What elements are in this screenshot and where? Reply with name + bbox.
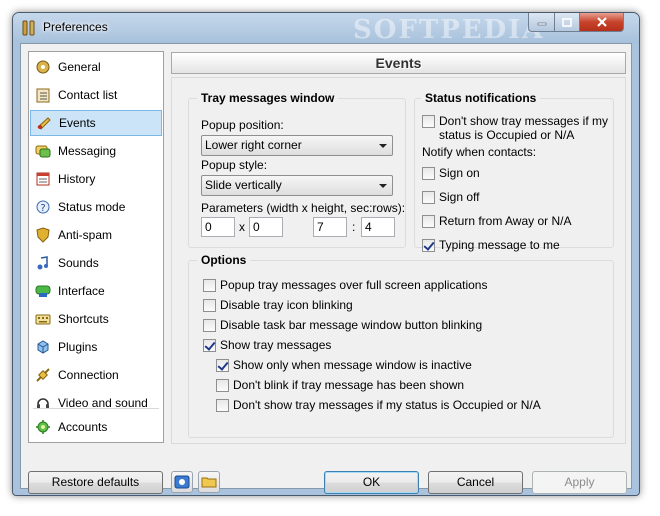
minimize-button[interactable] <box>528 13 555 32</box>
show-only-inactive-checkbox[interactable]: Show only when message window is inactiv… <box>216 358 472 372</box>
sign-off-checkbox[interactable]: Sign off <box>422 190 479 204</box>
window-title: Preferences <box>43 20 108 34</box>
checkbox-box-checked <box>216 358 229 372</box>
sidebar-item-status-mode[interactable]: ? Status mode <box>30 194 162 220</box>
sign-on-checkbox[interactable]: Sign on <box>422 166 480 180</box>
sidebar-item-plugins[interactable]: Plugins <box>30 334 162 360</box>
maximize-button[interactable] <box>554 13 580 32</box>
dialog-client: General Contact list Events Messaging Hi… <box>20 43 632 494</box>
close-button[interactable] <box>579 13 624 32</box>
messaging-icon <box>35 145 51 158</box>
popup-height-input[interactable]: 0 <box>249 217 283 237</box>
return-away-checkbox[interactable]: Return from Away or N/A <box>422 214 572 228</box>
checkbox-box <box>422 115 435 128</box>
status-mode-icon: ? <box>36 200 50 214</box>
x-separator: x <box>239 220 245 234</box>
checkbox-box <box>422 166 435 180</box>
close-icon <box>596 17 607 27</box>
folder-icon <box>201 477 217 488</box>
page-title: Events <box>171 52 626 74</box>
watermark: SOFTPEDIA <box>353 15 545 45</box>
apply-button[interactable]: Apply <box>532 471 627 494</box>
checkbox-box <box>422 190 435 204</box>
plugins-icon <box>37 340 49 354</box>
category-list: General Contact list Events Messaging Hi… <box>28 51 164 443</box>
svg-text:?: ? <box>40 203 45 214</box>
popup-rows-input[interactable]: 4 <box>361 217 395 237</box>
sidebar-item-connection[interactable]: Connection <box>30 362 162 388</box>
profile-icon <box>174 475 190 489</box>
dont-show-status-checkbox[interactable]: Don't show tray messages if my status is … <box>422 114 608 142</box>
disable-taskbar-blink-checkbox[interactable]: Disable task bar message window button b… <box>203 318 482 332</box>
popup-style-label: Popup style: <box>201 158 268 172</box>
popup-fullscreen-checkbox[interactable]: Popup tray messages over full screen app… <box>203 278 487 292</box>
sidebar-item-events[interactable]: Events <box>30 110 162 136</box>
dont-blink-shown-checkbox[interactable]: Don't blink if tray message has been sho… <box>216 378 464 392</box>
shortcuts-icon <box>35 314 51 325</box>
sidebar-item-messaging[interactable]: Messaging <box>30 138 162 164</box>
anti-spam-icon <box>36 227 50 243</box>
sounds-icon <box>37 256 48 270</box>
sidebar-item-shortcuts[interactable]: Shortcuts <box>30 306 162 332</box>
notify-when-label: Notify when contacts: <box>422 145 537 159</box>
events-pane: Tray messages window Popup position: Low… <box>171 77 626 444</box>
history-icon <box>36 172 50 186</box>
contact-list-icon <box>36 88 50 103</box>
parameters-label: Parameters (width x height, sec:rows): <box>201 201 406 215</box>
popup-position-label: Popup position: <box>201 118 284 132</box>
preferences-window: Preferences SOFTPEDIA General Contact li… <box>12 12 640 496</box>
sidebar-item-video-sound[interactable]: Video and sound <box>30 390 162 416</box>
sidebar-divider <box>33 408 159 409</box>
minimize-icon <box>537 22 546 26</box>
sidebar-item-accounts[interactable]: Accounts <box>30 414 162 440</box>
accounts-icon <box>36 420 50 434</box>
tray-messages-group: Tray messages window Popup position: Low… <box>188 91 406 248</box>
popup-seconds-input[interactable]: 7 <box>313 217 347 237</box>
checkbox-box-checked <box>422 238 435 252</box>
dont-show-occupied-checkbox[interactable]: Don't show tray messages if my status is… <box>216 398 541 412</box>
maximize-icon <box>562 17 572 27</box>
group-title-tray: Tray messages window <box>197 91 339 105</box>
chevron-down-icon <box>379 144 387 148</box>
checkbox-box-checked <box>203 338 216 352</box>
general-icon <box>36 60 50 74</box>
checkbox-box <box>203 318 216 332</box>
colon-separator: : <box>352 220 356 234</box>
sidebar-item-history[interactable]: History <box>30 166 162 192</box>
sidebar-item-general[interactable]: General <box>30 54 162 80</box>
title-bar[interactable]: Preferences SOFTPEDIA <box>13 13 639 45</box>
checkbox-box <box>422 214 435 228</box>
checkbox-box <box>203 278 216 292</box>
popup-style-select[interactable]: Slide vertically <box>201 175 393 196</box>
app-wrench-icon <box>22 20 35 36</box>
sidebar-item-interface[interactable]: Interface <box>30 278 162 304</box>
status-notifications-group: Status notifications Don't show tray mes… <box>414 91 614 252</box>
popup-position-select[interactable]: Lower right corner <box>201 135 393 156</box>
chevron-down-icon <box>379 184 387 188</box>
typing-message-checkbox[interactable]: Typing message to me <box>422 238 560 252</box>
show-tray-messages-checkbox[interactable]: Show tray messages <box>203 338 331 352</box>
sidebar-item-anti-spam[interactable]: Anti-spam <box>30 222 162 248</box>
sidebar-item-contact-list[interactable]: Contact list <box>30 82 162 108</box>
group-title-status: Status notifications <box>421 91 541 105</box>
connection-icon <box>36 368 50 382</box>
checkbox-box <box>216 398 229 412</box>
popup-width-input[interactable]: 0 <box>201 217 235 237</box>
disable-tray-blink-checkbox[interactable]: Disable tray icon blinking <box>203 298 353 312</box>
checkbox-box <box>203 298 216 312</box>
options-group: Options Popup tray messages over full sc… <box>188 253 614 438</box>
events-icon <box>37 117 51 130</box>
cancel-button[interactable]: Cancel <box>428 471 523 494</box>
open-folder-button[interactable] <box>198 471 220 493</box>
restore-defaults-button[interactable]: Restore defaults <box>28 471 163 494</box>
sidebar-item-sounds[interactable]: Sounds <box>30 250 162 276</box>
ok-button[interactable]: OK <box>324 471 419 494</box>
profile-button[interactable] <box>171 471 193 493</box>
checkbox-box <box>216 378 229 392</box>
group-title-options: Options <box>197 253 251 267</box>
interface-icon <box>35 285 51 297</box>
